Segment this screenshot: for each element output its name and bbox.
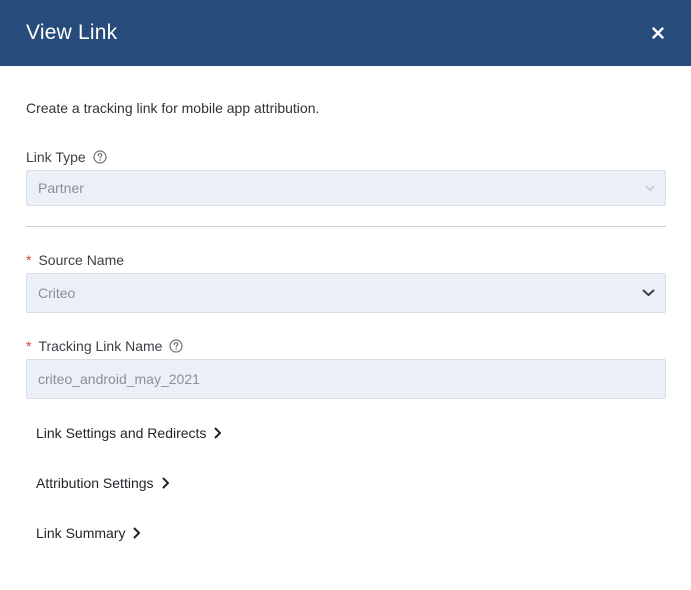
modal-title: View Link bbox=[26, 21, 118, 44]
source-name-value: Criteo bbox=[38, 285, 76, 301]
section-link-summary[interactable]: Link Summary bbox=[36, 523, 141, 543]
section-link-settings-redirects[interactable]: Link Settings and Redirects bbox=[36, 423, 222, 443]
link-type-value: Partner bbox=[38, 180, 84, 196]
help-icon[interactable] bbox=[169, 339, 184, 353]
divider bbox=[26, 226, 666, 227]
tracking-link-name-value: criteo_android_may_2021 bbox=[38, 371, 200, 387]
modal-header: View Link bbox=[0, 0, 691, 66]
close-button[interactable] bbox=[647, 22, 669, 44]
chevron-right-icon bbox=[133, 527, 141, 539]
description-text: Create a tracking link for mobile app at… bbox=[26, 100, 320, 116]
chevron-down-icon bbox=[645, 185, 655, 191]
section-label: Link Summary bbox=[36, 525, 126, 541]
chevron-down-icon bbox=[642, 289, 655, 297]
section-attribution-settings[interactable]: Attribution Settings bbox=[36, 473, 170, 493]
tracking-link-name-input[interactable]: criteo_android_may_2021 bbox=[26, 359, 666, 399]
source-name-label: Source Name bbox=[38, 252, 125, 268]
section-label: Link Settings and Redirects bbox=[36, 425, 207, 441]
section-label: Attribution Settings bbox=[36, 475, 154, 491]
chevron-right-icon bbox=[214, 427, 222, 439]
tracking-link-name-label-row: * Tracking Link Name bbox=[26, 337, 184, 355]
help-icon[interactable] bbox=[93, 150, 107, 164]
link-type-label: Link Type bbox=[26, 149, 86, 165]
source-name-label-row: * Source Name bbox=[26, 251, 124, 269]
close-icon bbox=[652, 27, 664, 39]
source-name-select[interactable]: Criteo bbox=[26, 273, 666, 313]
link-type-select[interactable]: Partner bbox=[26, 170, 666, 206]
tracking-link-name-label: Tracking Link Name bbox=[38, 338, 163, 354]
required-marker: * bbox=[26, 252, 32, 268]
required-marker: * bbox=[26, 338, 32, 354]
chevron-right-icon bbox=[162, 477, 170, 489]
link-type-label-row: Link Type bbox=[26, 148, 107, 166]
